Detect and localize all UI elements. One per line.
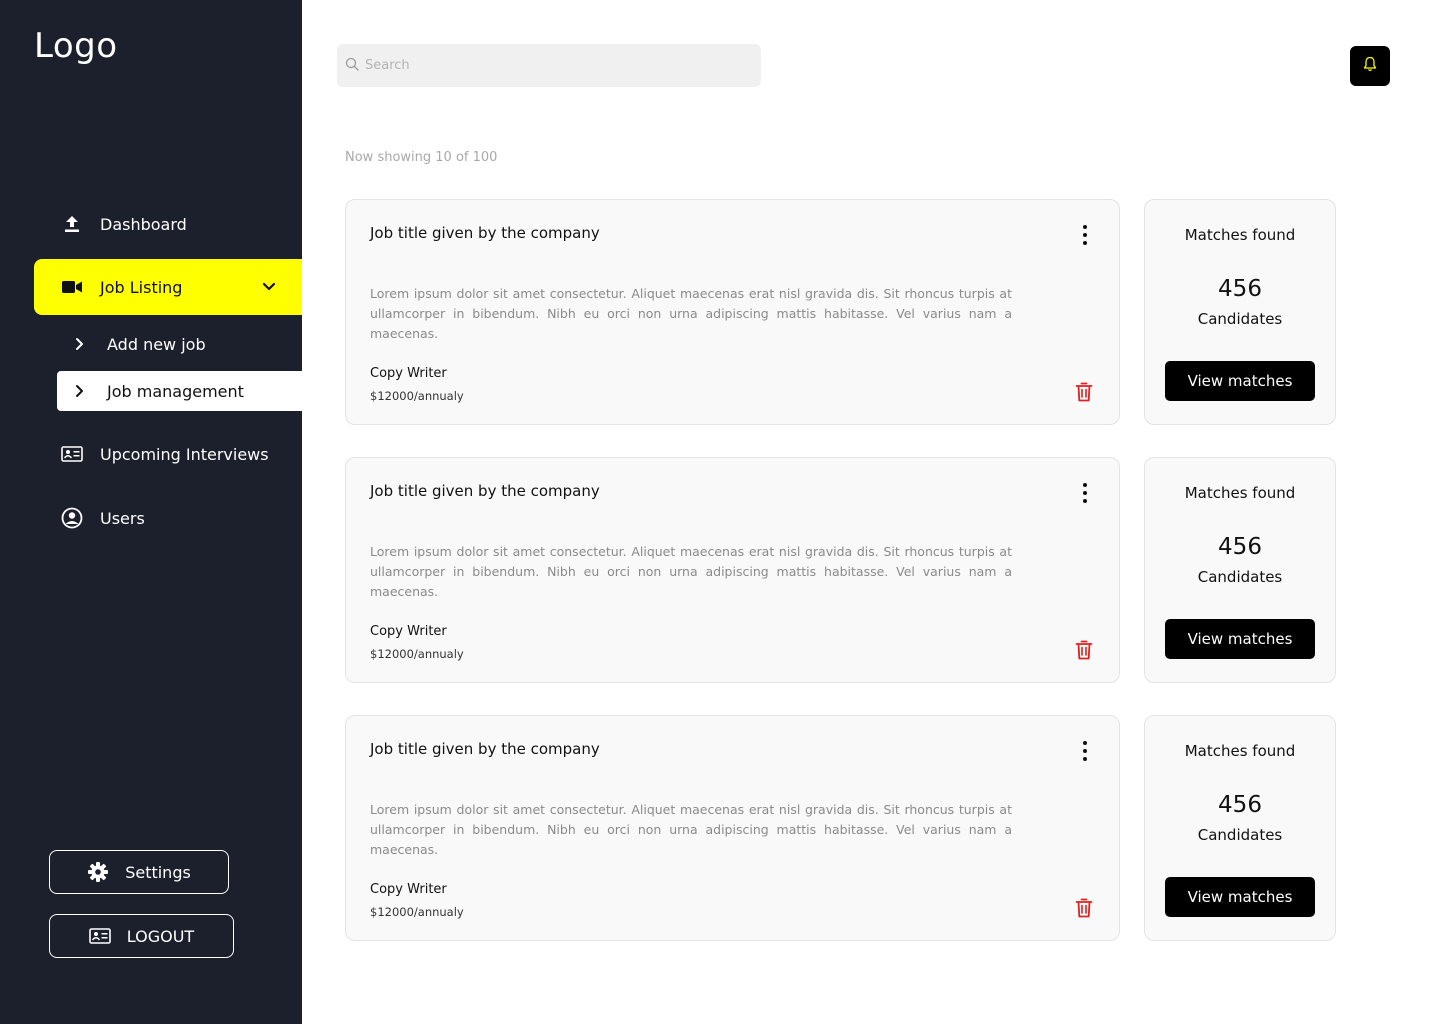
matches-unit: Candidates <box>1197 568 1283 586</box>
job-role: Copy Writer <box>370 882 447 897</box>
matches-card: Matches found 456 Candidates View matche… <box>1144 199 1336 425</box>
matches-label: Matches found <box>1184 226 1296 244</box>
job-card: Job title given by the company Lorem ips… <box>345 715 1120 941</box>
logo: Logo <box>34 26 118 66</box>
gear-icon <box>87 861 109 883</box>
sidebar-item-label: Users <box>100 508 145 528</box>
sidebar-item-label: Dashboard <box>100 214 187 234</box>
chevron-right-icon <box>75 337 91 351</box>
search-bar[interactable] <box>337 44 761 87</box>
view-matches-button[interactable]: View matches <box>1165 361 1315 401</box>
video-camera-icon <box>60 275 84 299</box>
job-salary: $12000/annualy <box>370 647 464 661</box>
job-description: Lorem ipsum dolor sit amet consectetur. … <box>370 286 1012 341</box>
settings-button[interactable]: Settings <box>49 850 229 894</box>
results-count: Now showing 10 of 100 <box>345 150 498 165</box>
trash-icon[interactable] <box>1075 382 1093 406</box>
search-icon <box>345 56 359 75</box>
settings-label: Settings <box>125 862 191 882</box>
job-description: Lorem ipsum dolor sit amet consectetur. … <box>370 544 1012 599</box>
upload-icon <box>60 212 84 236</box>
sidebar-item-label: Upcoming Interviews <box>100 444 269 464</box>
sidebar-item-label: Job Listing <box>100 277 183 297</box>
trash-icon[interactable] <box>1075 898 1093 922</box>
job-salary: $12000/annualy <box>370 389 464 403</box>
id-card-icon <box>88 928 111 944</box>
job-title: Job title given by the company <box>370 482 600 500</box>
logout-button[interactable]: LOGOUT <box>49 914 234 958</box>
job-card: Job title given by the company Lorem ips… <box>345 199 1120 425</box>
logout-label: LOGOUT <box>126 926 195 946</box>
job-title: Job title given by the company <box>370 224 600 242</box>
user-circle-icon <box>60 506 84 530</box>
matches-count: 456 <box>1218 534 1262 560</box>
trash-icon[interactable] <box>1075 640 1093 664</box>
sidebar-item-dashboard[interactable]: Dashboard <box>34 196 302 252</box>
sidebar-item-job-listing[interactable]: Job Listing <box>34 259 302 315</box>
chevron-down-icon[interactable] <box>262 277 276 296</box>
more-options-icon[interactable] <box>1074 480 1096 506</box>
matches-count: 456 <box>1218 276 1262 302</box>
sidebar-item-users[interactable]: Users <box>34 490 302 546</box>
more-options-icon[interactable] <box>1074 222 1096 248</box>
id-card-icon <box>60 442 84 466</box>
view-matches-button[interactable]: View matches <box>1165 619 1315 659</box>
view-matches-button[interactable]: View matches <box>1165 877 1315 917</box>
job-card: Job title given by the company Lorem ips… <box>345 457 1120 683</box>
job-role: Copy Writer <box>370 366 447 381</box>
job-description: Lorem ipsum dolor sit amet consectetur. … <box>370 802 1012 857</box>
matches-unit: Candidates <box>1197 826 1283 844</box>
matches-count: 456 <box>1218 792 1262 818</box>
search-input[interactable] <box>365 58 745 73</box>
notification-button[interactable] <box>1350 46 1390 86</box>
chevron-right-icon <box>75 384 91 398</box>
job-role: Copy Writer <box>370 624 447 639</box>
job-salary: $12000/annualy <box>370 905 464 919</box>
matches-card: Matches found 456 Candidates View matche… <box>1144 715 1336 941</box>
bell-icon <box>1363 56 1377 76</box>
sidebar-subitem-label: Job management <box>107 381 244 401</box>
matches-unit: Candidates <box>1197 310 1283 328</box>
matches-card: Matches found 456 Candidates View matche… <box>1144 457 1336 683</box>
matches-label: Matches found <box>1184 484 1296 502</box>
sidebar-subitem-job-management[interactable]: Job management <box>57 371 302 411</box>
sidebar-subitem-add-new-job[interactable]: Add new job <box>57 324 302 364</box>
matches-label: Matches found <box>1184 742 1296 760</box>
more-options-icon[interactable] <box>1074 738 1096 764</box>
sidebar-subitem-label: Add new job <box>107 334 206 354</box>
sidebar: Logo Dashboard Job Listing Add new job J… <box>0 0 302 1024</box>
job-title: Job title given by the company <box>370 740 600 758</box>
sidebar-item-upcoming-interviews[interactable]: Upcoming Interviews <box>34 426 302 482</box>
